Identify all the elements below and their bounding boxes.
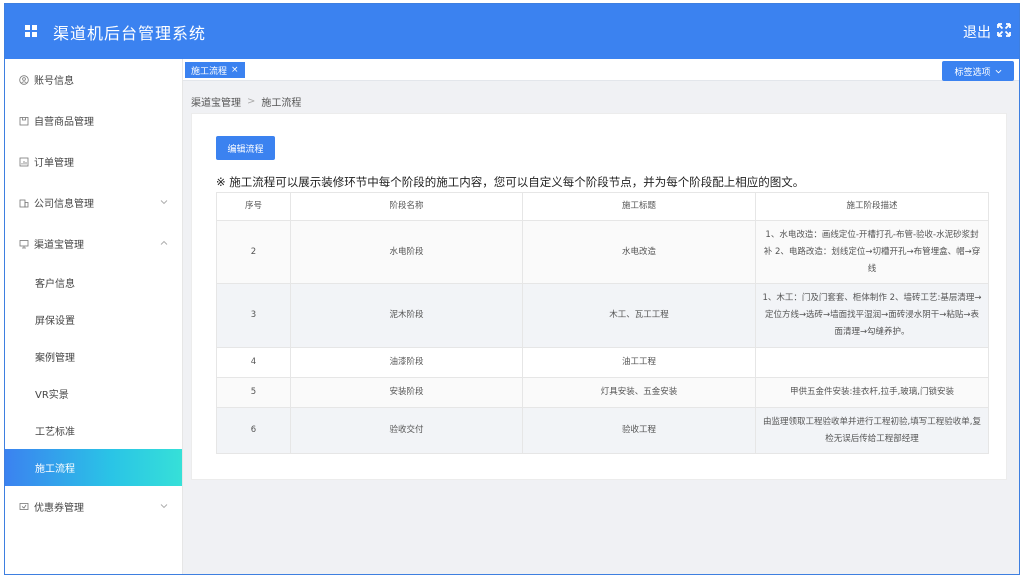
chevron-up-icon [160, 240, 168, 245]
chevron-down-icon [160, 504, 168, 509]
construction-flow-table: 序号 阶段名称 施工标题 施工阶段描述 2 水电阶段 水电改造 1、水电改造：画… [216, 192, 989, 454]
tab-options-button[interactable]: 标签选项 [942, 61, 1014, 81]
document-icon [19, 157, 29, 166]
box-icon [19, 116, 29, 125]
tab-options-label: 标签选项 [954, 67, 991, 78]
tab-bar: 施工流程 × 标签选项 [183, 59, 1019, 81]
cell-title: 油工工程 [522, 347, 756, 378]
cell-stage: 泥木阶段 [290, 283, 523, 348]
cell-title: 木工、瓦工工程 [522, 283, 756, 348]
sidebar-item-products[interactable]: 自营商品管理 [5, 100, 182, 141]
cell-desc: 由监理领取工程验收单并进行工程初验,填写工程验收单,复检无误后传给工程部经理 [755, 407, 989, 454]
monitor-icon [19, 239, 29, 248]
sidebar-item-account[interactable]: 账号信息 [5, 59, 182, 100]
table-row[interactable]: 4 油漆阶段 油工工程 [216, 347, 989, 378]
table-row[interactable]: 3 泥木阶段 木工、瓦工工程 1、木工：门及门套套、柜体制作 2、墙砖工艺:基层… [216, 283, 989, 348]
sidebar-item-coupons[interactable]: 优惠券管理 [5, 486, 182, 527]
user-circle-icon [19, 74, 29, 85]
cell-desc: 甲供五金件安装:挂衣杆,拉手,玻璃,门锁安装 [755, 377, 989, 408]
cell-no: 5 [216, 377, 291, 408]
cell-no: 2 [216, 220, 291, 284]
coupon-icon [19, 502, 29, 510]
cell-title: 验收工程 [522, 407, 756, 454]
table-row[interactable]: 5 安装阶段 灯具安装、五金安装 甲供五金件安装:挂衣杆,拉手,玻璃,门锁安装 [216, 377, 989, 408]
notice-text: ※ 施工流程可以展示装修环节中每个阶段的施工内容，您可以自定义每个阶段节点，并为… [216, 175, 805, 189]
sidebar-item-label: 渠道宝管理 [34, 240, 84, 251]
table-row[interactable]: 6 验收交付 验收工程 由监理领取工程验收单并进行工程初验,填写工程验收单,复检… [216, 407, 989, 454]
sidebar-subitem-construction-flow[interactable]: 施工流程 [5, 449, 182, 486]
cell-desc: 1、水电改造：画线定位-开槽打孔-布管-验收-水泥砂浆封补 2、电路改造：划线定… [755, 220, 989, 284]
sidebar-subitem-cases[interactable]: 案例管理 [5, 338, 182, 375]
cell-stage: 验收交付 [290, 407, 523, 454]
top-header: 渠道机后台管理系统 退出 [5, 4, 1019, 59]
building-icon [19, 199, 29, 207]
sidebar-item-label: 账号信息 [34, 76, 74, 87]
app-grid-icon[interactable] [25, 25, 37, 37]
chevron-down-icon [160, 200, 168, 205]
content-card: 编辑流程 ※ 施工流程可以展示装修环节中每个阶段的施工内容，您可以自定义每个阶段… [191, 113, 1007, 480]
app-title: 渠道机后台管理系统 [53, 24, 207, 43]
column-header: 施工阶段描述 [755, 192, 989, 221]
table-header-row: 序号 阶段名称 施工标题 施工阶段描述 [216, 192, 989, 221]
close-icon[interactable]: × [231, 65, 239, 75]
sidebar-item-label: 优惠券管理 [34, 503, 84, 514]
cell-stage: 油漆阶段 [290, 347, 523, 378]
sidebar-item-channel[interactable]: 渠道宝管理 [5, 223, 182, 264]
cell-no: 4 [216, 347, 291, 378]
fullscreen-icon[interactable] [997, 23, 1011, 37]
sidebar-item-label: 订单管理 [34, 158, 74, 169]
sidebar-subitem-customers[interactable]: 客户信息 [5, 264, 182, 301]
cell-stage: 安装阶段 [290, 377, 523, 408]
cell-desc: 1、木工：门及门套套、柜体制作 2、墙砖工艺:基层清理→定位方线→选砖→墙面找平… [755, 283, 989, 348]
column-header: 序号 [216, 192, 291, 221]
column-header: 阶段名称 [290, 192, 523, 221]
sidebar-subitem-screensaver[interactable]: 屏保设置 [5, 301, 182, 338]
edit-flow-button[interactable]: 编辑流程 [216, 136, 275, 160]
chevron-down-icon [995, 69, 1001, 73]
sidebar-subitem-vr[interactable]: VR实景 [5, 375, 182, 412]
column-header: 施工标题 [522, 192, 756, 221]
breadcrumb-separator: > [247, 96, 256, 107]
cell-title: 灯具安装、五金安装 [522, 377, 756, 408]
sidebar-item-label: 自营商品管理 [34, 117, 94, 128]
cell-desc [755, 347, 989, 378]
cell-title: 水电改造 [522, 220, 756, 284]
table-row[interactable]: 2 水电阶段 水电改造 1、水电改造：画线定位-开槽打孔-布管-验收-水泥砂浆封… [216, 220, 989, 284]
cell-no: 3 [216, 283, 291, 348]
cell-stage: 水电阶段 [290, 220, 523, 284]
breadcrumb-root[interactable]: 渠道宝管理 [191, 94, 241, 109]
breadcrumb-current: 施工流程 [261, 98, 302, 109]
sidebar-subitem-craft-standards[interactable]: 工艺标准 [5, 412, 182, 449]
breadcrumb: 渠道宝管理 > 施工流程 [191, 94, 301, 109]
sidebar-item-label: 公司信息管理 [34, 199, 94, 210]
cell-no: 6 [216, 407, 291, 454]
app-window: 渠道机后台管理系统 退出 账号信息 自营商品管理 订单管理 公司信息管理 渠道宝… [4, 3, 1020, 575]
tab-label: 施工流程 [191, 66, 228, 77]
tab-construction-flow[interactable]: 施工流程 × [185, 62, 245, 78]
sidebar-item-company[interactable]: 公司信息管理 [5, 182, 182, 223]
logout-button[interactable]: 退出 [963, 22, 991, 42]
sidebar-item-orders[interactable]: 订单管理 [5, 141, 182, 182]
sidebar: 账号信息 自营商品管理 订单管理 公司信息管理 渠道宝管理 客户信息 屏保设置 … [5, 59, 183, 574]
